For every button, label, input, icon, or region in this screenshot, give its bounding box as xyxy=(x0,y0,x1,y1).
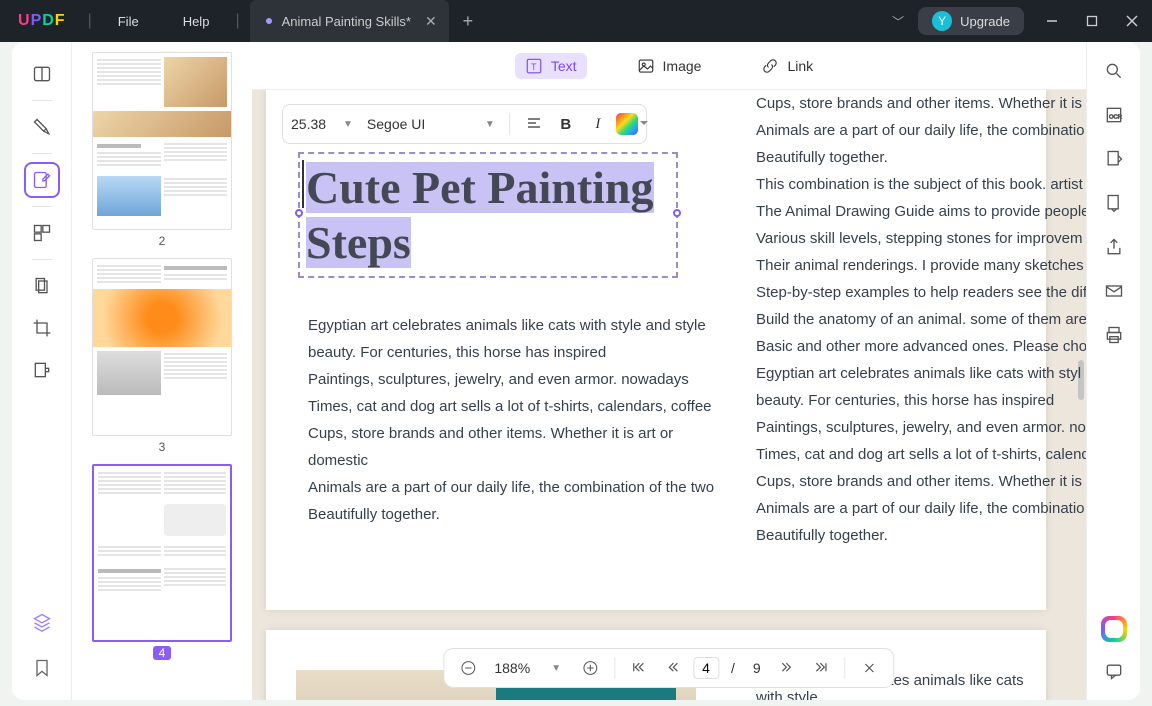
align-button[interactable] xyxy=(520,110,548,138)
sep xyxy=(32,153,52,154)
user-avatar: Y xyxy=(932,11,952,31)
first-page-button[interactable] xyxy=(625,654,653,682)
page-4[interactable]: Cute Pet PaintingSteps Egyptian art cele… xyxy=(266,90,1046,610)
insert-text-button[interactable]: T Text xyxy=(515,53,587,79)
convert-icon[interactable] xyxy=(1099,144,1129,174)
bookmark-button[interactable] xyxy=(24,650,60,686)
left-toolrail xyxy=(12,42,72,700)
right-toolrail: OCR xyxy=(1086,42,1140,700)
font-family-input[interactable] xyxy=(367,116,477,132)
last-page-button[interactable] xyxy=(807,654,835,682)
svg-text:T: T xyxy=(531,61,537,71)
zoom-in-button[interactable] xyxy=(576,654,604,682)
sep xyxy=(614,657,615,679)
maximize-button[interactable] xyxy=(1072,0,1112,42)
upgrade-label: Upgrade xyxy=(960,14,1010,29)
thumbnail-number: 4 xyxy=(153,646,172,660)
document-tab[interactable]: Animal Painting Skills* ✕ xyxy=(250,0,449,42)
insert-link-label: Link xyxy=(787,58,813,74)
thumbnail-page-2[interactable]: 2 xyxy=(92,52,232,248)
insert-image-label: Image xyxy=(663,58,702,74)
heading-text[interactable]: Cute Pet PaintingSteps xyxy=(300,154,676,276)
bold-button[interactable]: B xyxy=(552,110,580,138)
zoom-out-button[interactable] xyxy=(454,654,482,682)
app-logo: UPDF xyxy=(0,12,84,30)
compress-icon[interactable] xyxy=(1099,188,1129,218)
resize-handle-right[interactable] xyxy=(673,209,681,217)
app-body: 2 3 4 T Text xyxy=(12,42,1140,700)
body-text-right[interactable]: Cups, store brands and other items. Whet… xyxy=(756,90,1086,549)
text-caret xyxy=(302,160,304,208)
search-icon[interactable] xyxy=(1099,56,1129,86)
titlebar: UPDF | File Help | Animal Painting Skill… xyxy=(0,0,1152,42)
sep xyxy=(32,100,52,101)
thumbnail-page-4[interactable]: 4 xyxy=(92,464,232,662)
chat-icon[interactable] xyxy=(1099,656,1129,686)
zoom-dropdown[interactable]: ▼ xyxy=(542,654,570,682)
thumbnail-number: 2 xyxy=(92,234,232,248)
thumbnail-panel[interactable]: 2 3 4 xyxy=(72,42,252,700)
color-picker-button[interactable] xyxy=(616,113,638,135)
close-tab-button[interactable]: ✕ xyxy=(425,13,437,30)
sep xyxy=(32,259,52,260)
ai-assistant-button[interactable] xyxy=(1101,616,1127,642)
email-icon[interactable] xyxy=(1099,276,1129,306)
comment-tool[interactable] xyxy=(24,109,60,145)
insert-bar: T Text Image Link xyxy=(252,42,1086,90)
page-sep: / xyxy=(725,660,741,676)
tab-title: Animal Painting Skills* xyxy=(282,14,411,29)
font-size-input[interactable] xyxy=(291,116,335,132)
ocr-icon[interactable]: OCR xyxy=(1099,100,1129,130)
main-area: T Text Image Link ▼ ▼ B xyxy=(252,42,1086,700)
text-format-toolbar: ▼ ▼ B I xyxy=(282,104,647,144)
svg-text:OCR: OCR xyxy=(1109,114,1122,120)
edit-pdf-tool[interactable] xyxy=(24,162,60,198)
tab-indicator-icon xyxy=(266,18,272,24)
share-icon[interactable] xyxy=(1099,232,1129,262)
thumbnail-page-3[interactable]: 3 xyxy=(92,258,232,454)
sep: | xyxy=(231,12,243,30)
close-button[interactable] xyxy=(1112,0,1152,42)
insert-text-label: Text xyxy=(551,58,577,74)
thumbnail-number: 3 xyxy=(92,440,232,454)
print-icon[interactable] xyxy=(1099,320,1129,350)
organize-tool[interactable] xyxy=(24,215,60,251)
zoom-page-bar: 188% ▼ 4 / 9 xyxy=(443,648,894,688)
zoom-value: 188% xyxy=(488,660,536,676)
page-viewport[interactable]: ▼ ▼ B I Cute Pet PaintingSteps xyxy=(252,90,1086,700)
menu-help[interactable]: Help xyxy=(161,14,232,29)
upgrade-button[interactable]: Y Upgrade xyxy=(918,7,1024,35)
font-family-dropdown[interactable]: ▼ xyxy=(481,119,499,130)
layers-button[interactable] xyxy=(24,604,60,640)
sep xyxy=(509,113,510,135)
current-page-input[interactable]: 4 xyxy=(693,657,719,679)
insert-image-button[interactable]: Image xyxy=(627,53,712,79)
crop-tool[interactable] xyxy=(24,310,60,346)
total-pages: 9 xyxy=(747,660,767,676)
close-bar-button[interactable] xyxy=(856,654,884,682)
next-page-button[interactable] xyxy=(773,654,801,682)
menu-file[interactable]: File xyxy=(96,14,161,29)
sep xyxy=(32,206,52,207)
italic-button[interactable]: I xyxy=(584,110,612,138)
sep: | xyxy=(84,12,96,30)
reader-tool[interactable] xyxy=(24,56,60,92)
fill-sign-tool[interactable] xyxy=(24,268,60,304)
tab-dropdown-button[interactable]: ﹀ xyxy=(878,13,918,30)
sep xyxy=(845,657,846,679)
insert-link-button[interactable]: Link xyxy=(751,53,823,79)
minimize-button[interactable] xyxy=(1032,0,1072,42)
resize-handle-left[interactable] xyxy=(295,209,303,217)
font-size-dropdown[interactable]: ▼ xyxy=(339,119,357,130)
body-text-left[interactable]: Egyptian art celebrates animals like cat… xyxy=(308,312,728,528)
new-tab-button[interactable]: + xyxy=(449,11,488,32)
text-edit-box[interactable]: Cute Pet PaintingSteps xyxy=(298,152,678,278)
prev-page-button[interactable] xyxy=(659,654,687,682)
redact-tool[interactable] xyxy=(24,352,60,388)
